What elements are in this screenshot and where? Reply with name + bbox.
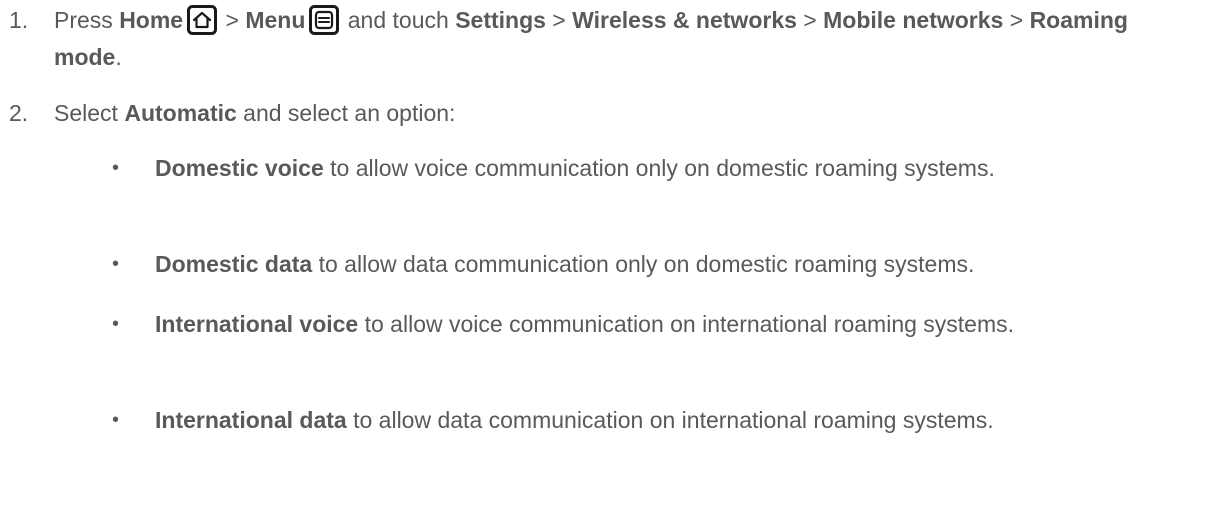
step-number: 2.	[9, 100, 29, 126]
mobile-networks-label: Mobile networks	[823, 7, 1004, 33]
bullet-marker: •	[112, 253, 120, 275]
list-item-text: International voice to allow voice commu…	[155, 311, 1015, 337]
list-item-text: Domestic voice to allow voice communicat…	[155, 155, 995, 181]
option-term: International data	[155, 407, 347, 433]
menu-label: Menu	[245, 7, 306, 33]
bullet-marker: •	[112, 313, 120, 335]
menu-key-icon	[309, 5, 340, 35]
bullet-marker: •	[112, 157, 120, 179]
list-item-text: Domestic data to allow data communicatio…	[155, 251, 975, 277]
bullet-marker: •	[112, 409, 120, 431]
option-term: Domestic data	[155, 251, 313, 277]
instructions-document: 1. Press Home > Menu and touch Settings …	[0, 0, 1206, 527]
step-text: Press Home > Menu and touch Settings > W…	[54, 5, 1128, 70]
list-item-text: International data to allow data communi…	[155, 407, 994, 433]
option-term: Domestic voice	[155, 155, 324, 181]
home-label: Home	[119, 7, 184, 33]
home-key-icon	[187, 5, 218, 35]
step-number: 1.	[9, 7, 29, 33]
option-term: International voice	[155, 311, 359, 337]
automatic-label: Automatic	[124, 100, 237, 126]
settings-label: Settings	[455, 7, 546, 33]
step-text: Select Automatic and select an option:	[54, 100, 456, 126]
wireless-networks-label: Wireless & networks	[572, 7, 797, 33]
